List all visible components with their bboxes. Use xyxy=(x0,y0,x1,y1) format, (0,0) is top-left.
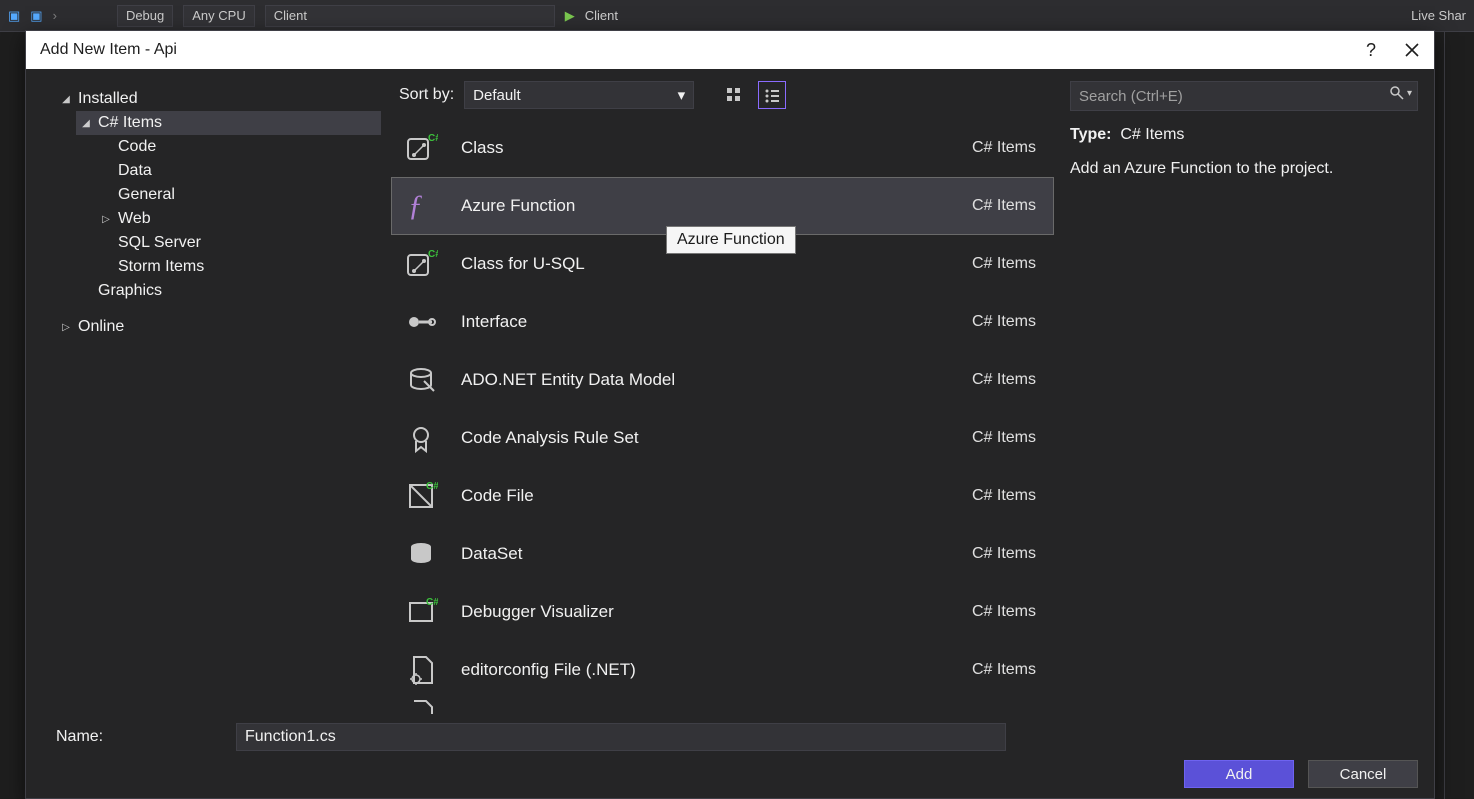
editorconfig-icon xyxy=(401,650,441,690)
grid-view-button[interactable] xyxy=(720,81,748,109)
search-icon[interactable]: ▾ xyxy=(1389,85,1412,101)
dataset-icon xyxy=(401,534,441,574)
tree-item[interactable]: Storm Items xyxy=(96,255,381,279)
entity-icon xyxy=(401,360,441,400)
cancel-button[interactable]: Cancel xyxy=(1308,760,1418,788)
template-item[interactable]: C# Debugger Visualizer C# Items xyxy=(391,583,1054,641)
svg-text:C#: C# xyxy=(426,597,438,608)
add-new-item-dialog: Add New Item - Api ? ◢ Installed ◢ C# It… xyxy=(25,30,1435,799)
tree-online[interactable]: ▷ Online xyxy=(56,315,381,339)
svg-text:C#: C# xyxy=(428,249,438,260)
svg-text:C#: C# xyxy=(426,481,438,492)
template-item[interactable] xyxy=(391,699,1054,714)
description-panel: ▾ Type: C# Items Add an Azure Function t… xyxy=(1054,69,1434,714)
startup-dropdown[interactable]: Client xyxy=(265,5,555,27)
run-button[interactable]: Client xyxy=(585,8,618,23)
template-category: C# Items xyxy=(972,371,1036,389)
template-description: Add an Azure Function to the project. xyxy=(1070,157,1418,181)
class-icon: C# xyxy=(401,244,441,284)
tree-item[interactable]: General xyxy=(96,183,381,207)
template-item[interactable]: C# Code File C# Items xyxy=(391,467,1054,525)
file-icon xyxy=(401,689,441,714)
right-sidebar xyxy=(1444,32,1474,799)
azurefunc-icon: ƒ xyxy=(401,186,441,226)
template-name: Debugger Visualizer xyxy=(461,602,952,622)
template-category: C# Items xyxy=(972,255,1036,273)
template-name: ADO.NET Entity Data Model xyxy=(461,370,952,390)
dialog-title: Add New Item - Api xyxy=(40,41,177,59)
sort-label: Sort by: xyxy=(399,86,454,104)
add-button[interactable]: Add xyxy=(1184,760,1294,788)
template-name: Code File xyxy=(461,486,952,506)
template-name: Code Analysis Rule Set xyxy=(461,428,952,448)
config-dropdown[interactable]: Debug xyxy=(117,5,173,27)
type-value: C# Items xyxy=(1120,126,1184,143)
tree-item[interactable]: ▷Web xyxy=(96,207,381,231)
template-item[interactable]: Interface C# Items xyxy=(391,293,1054,351)
svg-text:C#: C# xyxy=(428,133,438,144)
template-name: Azure Function xyxy=(461,196,952,216)
main-toolbar: ▣ ▣ › Debug Any CPU Client ▶ Client Live… xyxy=(0,0,1474,32)
codefile-icon: C# xyxy=(401,476,441,516)
template-category: C# Items xyxy=(972,545,1036,563)
close-button[interactable] xyxy=(1404,42,1420,58)
list-view-button[interactable] xyxy=(758,81,786,109)
template-panel: Sort by: Default ▾ C# Class C# Items ƒ Azure… xyxy=(391,69,1054,714)
tree-item[interactable]: Code xyxy=(96,135,381,159)
template-item[interactable]: ƒ Azure Function C# Items xyxy=(391,177,1054,235)
template-item[interactable]: DataSet C# Items xyxy=(391,525,1054,583)
help-button[interactable]: ? xyxy=(1366,40,1376,61)
tree-item[interactable]: SQL Server xyxy=(96,231,381,255)
template-name: editorconfig File (.NET) xyxy=(461,660,952,680)
template-list[interactable]: C#ClassC# ItemsƒAzure FunctionC# ItemsC#… xyxy=(391,119,1054,714)
template-item[interactable]: Code Analysis Rule Set C# Items xyxy=(391,409,1054,467)
sort-dropdown[interactable]: Default ▾ xyxy=(464,81,694,109)
tree-csharp-items[interactable]: ◢ C# Items xyxy=(76,111,381,135)
debugvis-icon: C# xyxy=(401,592,441,632)
tree-installed[interactable]: ◢ Installed xyxy=(56,87,381,111)
type-label: Type: xyxy=(1070,126,1111,143)
tree-item[interactable]: Data xyxy=(96,159,381,183)
template-category: C# Items xyxy=(972,429,1036,447)
interface-icon xyxy=(401,302,441,342)
search-input[interactable] xyxy=(1070,81,1418,111)
template-item[interactable]: C# Class for U-SQL C# Items xyxy=(391,235,1054,293)
ruleset-icon xyxy=(401,418,441,458)
category-tree: ◢ Installed ◢ C# Items CodeDataGeneral▷W… xyxy=(26,69,391,714)
template-item[interactable]: ADO.NET Entity Data Model C# Items xyxy=(391,351,1054,409)
template-category: C# Items xyxy=(972,197,1036,215)
name-input[interactable] xyxy=(236,723,1006,751)
live-share[interactable]: Live Shar xyxy=(1411,8,1466,23)
template-category: C# Items xyxy=(972,139,1036,157)
name-label: Name: xyxy=(56,728,216,746)
template-category: C# Items xyxy=(972,487,1036,505)
template-category: C# Items xyxy=(972,661,1036,679)
template-category: C# Items xyxy=(972,603,1036,621)
template-item[interactable]: C# Class C# Items xyxy=(391,119,1054,177)
chevron-down-icon: ▾ xyxy=(678,86,686,104)
tree-graphics[interactable]: Graphics xyxy=(76,279,381,303)
template-name: Class for U-SQL xyxy=(461,254,952,274)
dialog-titlebar: Add New Item - Api ? xyxy=(26,31,1434,69)
template-name: Interface xyxy=(461,312,952,332)
svg-text:ƒ: ƒ xyxy=(408,189,423,222)
template-name: Class xyxy=(461,138,952,158)
template-item[interactable]: editorconfig File (.NET) C# Items xyxy=(391,641,1054,699)
platform-dropdown[interactable]: Any CPU xyxy=(183,5,254,27)
template-name: DataSet xyxy=(461,544,952,564)
template-category: C# Items xyxy=(972,313,1036,331)
class-icon: C# xyxy=(401,128,441,168)
